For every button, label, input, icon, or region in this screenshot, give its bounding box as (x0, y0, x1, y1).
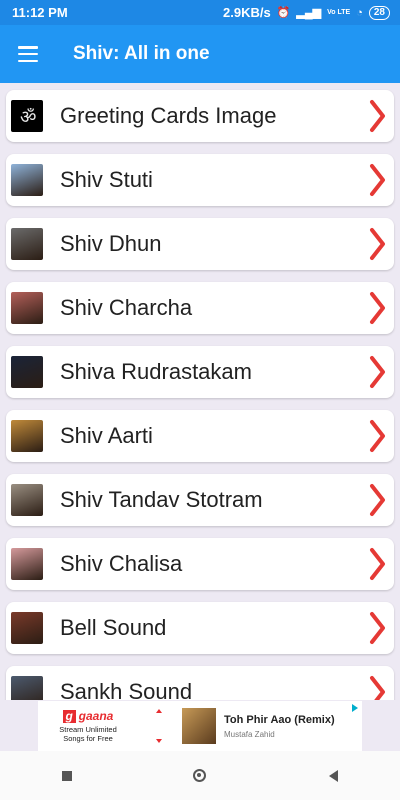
shiva-portrait-icon (11, 292, 43, 324)
recents-button[interactable] (37, 756, 97, 796)
app-title: Shiv: All in one (73, 43, 210, 64)
wifi-icon: ◔ (356, 6, 363, 19)
status-time: 11:12 PM (12, 5, 68, 20)
list-item-label: Bell Sound (60, 615, 167, 640)
ad-arrows (156, 709, 162, 743)
shiva-portrait-icon (11, 164, 43, 196)
list-item-label: Shiv Chalisa (60, 551, 183, 576)
list-item[interactable]: Sankh Sound (6, 666, 394, 700)
chevron-right-icon (370, 484, 385, 516)
chevron-right-icon (370, 548, 385, 580)
ad-song-title: Toh Phir Aao (Remix) (224, 713, 335, 726)
gaana-tagline: Stream Unlimited Songs for Free (59, 725, 117, 743)
svg-text:ॐ: ॐ (20, 107, 36, 128)
home-button[interactable] (170, 756, 230, 796)
list-item-label: Shiv Tandav Stotram (60, 487, 263, 512)
list-item-label: Greeting Cards Image (60, 103, 277, 128)
square-icon (61, 770, 72, 781)
signal-icon: ▂▄▆ (296, 7, 322, 19)
list-item[interactable]: Shiva Rudrastakam (6, 346, 394, 398)
list-item-label: Shiv Charcha (60, 295, 193, 320)
om-image-icon: ॐ (11, 100, 43, 132)
ad-artist: Mustafa Zahid (224, 729, 275, 739)
app-bar: Shiv: All in one (0, 25, 400, 83)
list-item[interactable]: Shiv Chalisa (6, 538, 394, 590)
adchoices-icon[interactable] (350, 703, 360, 713)
volte-label: Vo LTE (327, 9, 351, 16)
list-item[interactable]: Shiv Dhun (6, 218, 394, 270)
arrow-down-icon (156, 739, 162, 743)
shiva-portrait-icon (11, 228, 43, 260)
list-item-label: Shiv Aarti (60, 423, 153, 448)
shiva-portrait-icon (11, 548, 43, 580)
chevron-right-icon (370, 164, 385, 196)
back-triangle-icon (328, 769, 338, 782)
bell-image-icon (11, 612, 43, 644)
list-item[interactable]: Shiv Tandav Stotram (6, 474, 394, 526)
list-item-label: Shiv Dhun (60, 231, 162, 256)
status-bar: 11:12 PM 2.9KB/s ⏰ ▂▄▆ Vo LTE ◔ 28 (0, 0, 400, 25)
chevron-right-icon (370, 292, 385, 324)
gaana-ad-brand: g gaana Stream Unlimited Songs for Free (38, 709, 138, 743)
chevron-right-icon (370, 228, 385, 260)
shiva-portrait-icon (11, 420, 43, 452)
chevron-right-icon (370, 100, 385, 132)
gaana-tagline-line2: Songs for Free (63, 734, 113, 743)
status-icons: 2.9KB/s ⏰ ▂▄▆ Vo LTE ◔ 28 (223, 5, 390, 20)
list-item[interactable]: Shiv Charcha (6, 282, 394, 334)
chevron-right-icon (370, 676, 385, 700)
list-item-label: Shiva Rudrastakam (60, 359, 252, 384)
conch-image-icon (11, 676, 43, 700)
battery-indicator: 28 (368, 5, 390, 20)
gaana-tagline-line1: Stream Unlimited (59, 725, 117, 734)
list-item[interactable]: Shiv Aarti (6, 410, 394, 462)
list-item-label: Shiv Stuti (60, 167, 153, 192)
ad-banner[interactable]: g gaana Stream Unlimited Songs for Free … (38, 701, 362, 751)
alarm-off-icon: ⏰ (276, 7, 291, 19)
list-item-label: Sankh Sound (60, 679, 193, 700)
list-item[interactable]: ॐ Greeting Cards Image (6, 90, 394, 142)
circle-icon (193, 769, 207, 782)
gaana-g-icon: g (62, 709, 76, 723)
list-item[interactable]: Shiv Stuti (6, 154, 394, 206)
chevron-right-icon (370, 356, 385, 388)
chevron-right-icon (370, 420, 385, 452)
chevron-right-icon (370, 612, 385, 644)
menu-list: ॐ Greeting Cards Image Shiv Stuti Shiv Dhun… (0, 87, 400, 700)
system-nav-bar (0, 751, 400, 800)
shiva-portrait-icon (11, 356, 43, 388)
back-button[interactable] (303, 756, 363, 796)
list-item[interactable]: Bell Sound (6, 602, 394, 654)
gaana-logo: g gaana (62, 709, 114, 723)
ad-album-art (182, 708, 216, 744)
shiva-portrait-icon (11, 484, 43, 516)
network-speed: 2.9KB/s (223, 5, 271, 20)
ad-song-info: Toh Phir Aao (Remix) Mustafa Zahid (224, 714, 335, 739)
arrow-up-icon (156, 709, 162, 713)
menu-icon[interactable] (18, 46, 38, 62)
gaana-wordmark: gaana (78, 709, 114, 723)
